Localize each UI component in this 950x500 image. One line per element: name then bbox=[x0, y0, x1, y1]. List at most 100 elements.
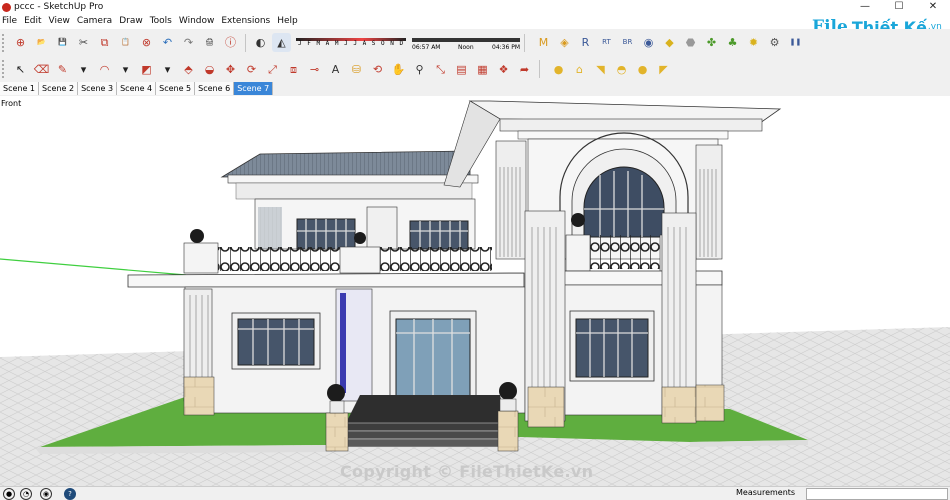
date-slider[interactable]: J F M A M J J A S O N D bbox=[296, 31, 406, 55]
paste-icon[interactable]: 📋 bbox=[116, 33, 135, 52]
maximize-button[interactable]: ☐ bbox=[882, 0, 916, 14]
ground-window-left bbox=[231, 312, 321, 370]
camera-view-label: Front bbox=[1, 99, 22, 108]
geo-location-icon[interactable]: ● bbox=[3, 488, 15, 500]
rt-icon[interactable]: RT bbox=[597, 33, 616, 52]
menu-tools[interactable]: Tools bbox=[148, 16, 177, 26]
model-viewport[interactable]: Front bbox=[0, 97, 950, 486]
blue-pillar bbox=[340, 293, 346, 393]
pause-icon[interactable]: ❚❚ bbox=[786, 33, 805, 52]
orbit-ext-icon[interactable]: ◉ bbox=[639, 33, 658, 52]
offset-icon[interactable]: ⧈ bbox=[284, 60, 303, 79]
shape-icon[interactable]: ⬣ bbox=[681, 33, 700, 52]
orbit-icon[interactable]: ⟲ bbox=[368, 60, 387, 79]
credits-icon[interactable]: ◔ bbox=[20, 488, 32, 500]
m-icon[interactable]: M bbox=[534, 33, 553, 52]
print-icon[interactable]: 🖨 bbox=[200, 33, 219, 52]
main-entrance-door bbox=[389, 310, 477, 400]
dome-icon[interactable]: ◓ bbox=[612, 60, 631, 79]
first-floor-slab bbox=[127, 272, 525, 288]
open-icon[interactable]: 📂 bbox=[32, 33, 51, 52]
rectangle-icon[interactable]: ◩ bbox=[137, 60, 156, 79]
erase-icon[interactable]: ⊗ bbox=[137, 33, 156, 52]
model-info-icon[interactable]: ⓘ bbox=[221, 33, 240, 52]
shadows-toggle-icon[interactable]: ◐ bbox=[251, 33, 270, 52]
copy-icon[interactable]: ⧉ bbox=[95, 33, 114, 52]
spot-icon[interactable]: ◥ bbox=[591, 60, 610, 79]
toolbar-grip[interactable] bbox=[2, 60, 7, 78]
menu-help[interactable]: Help bbox=[275, 16, 303, 26]
menu-edit[interactable]: Edit bbox=[22, 16, 46, 26]
tab-scene-1[interactable]: Scene 1 bbox=[0, 82, 40, 95]
time-slider[interactable]: 06:57 AM Noon 04:36 PM bbox=[412, 31, 520, 55]
menu-draw[interactable]: Draw bbox=[117, 16, 148, 26]
scale-icon[interactable]: ⤢ bbox=[263, 60, 282, 79]
dropdown-c-icon[interactable]: ▾ bbox=[158, 60, 177, 79]
menu-window[interactable]: Window bbox=[177, 16, 220, 26]
extension-warehouse-icon[interactable]: ▦ bbox=[473, 60, 492, 79]
tab-scene-3[interactable]: Scene 3 bbox=[78, 82, 118, 95]
paint-bucket-icon[interactable]: ⛁ bbox=[347, 60, 366, 79]
menu-camera[interactable]: Camera bbox=[75, 16, 117, 26]
settings-icon[interactable]: ⚙ bbox=[765, 33, 784, 52]
pan-icon[interactable]: ✋ bbox=[389, 60, 408, 79]
spot2-icon[interactable]: ◤ bbox=[654, 60, 673, 79]
toolbar-separator bbox=[245, 33, 246, 52]
close-button[interactable]: ✕ bbox=[916, 0, 950, 14]
cut-icon[interactable]: ✂ bbox=[74, 33, 93, 52]
pencil-icon[interactable]: ✎ bbox=[53, 60, 72, 79]
standard-toolbar: ⊕ 📂 💾 ✂ ⧉ 📋 ⊗ ↶ ↷ 🖨 ⓘ ◐ ◭ J F M A M J J A S O N D … bbox=[0, 29, 950, 56]
rotate-icon[interactable]: ⟳ bbox=[242, 60, 261, 79]
menu-bar: File Edit View Camera Draw Tools Window … bbox=[0, 14, 950, 28]
br-icon[interactable]: BR bbox=[618, 33, 637, 52]
title-bar: pccc - SketchUp Pro — ☐ ✕ bbox=[0, 0, 950, 14]
menu-extensions[interactable]: Extensions bbox=[219, 16, 275, 26]
tree-icon[interactable]: ♣ bbox=[723, 33, 742, 52]
toolbar-grip[interactable] bbox=[2, 33, 7, 52]
dropdown-b-icon[interactable]: ▾ bbox=[116, 60, 135, 79]
house-model-render bbox=[0, 100, 950, 486]
entrance-stairs bbox=[335, 395, 517, 448]
drawing-tools: ↖ ⌫ ✎ ▾ ◠ ▾ ◩ ▾ ⬘ ◒ ✥ ⟳ ⤢ ⧈ ⊸ A ⛁ ⟲ ✋ ⚲ ⤡ ▤ ▦ ❖ ➦ bbox=[10, 60, 535, 79]
save-icon[interactable]: 💾 bbox=[53, 33, 72, 52]
warehouse-icon[interactable]: ▤ bbox=[452, 60, 471, 79]
tag2-icon[interactable]: ◆ bbox=[660, 33, 679, 52]
user-icon[interactable]: ◉ bbox=[40, 488, 52, 500]
minimize-button[interactable]: — bbox=[848, 0, 882, 14]
bulb-icon[interactable]: ● bbox=[633, 60, 652, 79]
menu-view[interactable]: View bbox=[47, 16, 75, 26]
tape-measure-icon[interactable]: ⊸ bbox=[305, 60, 324, 79]
redo-icon[interactable]: ↷ bbox=[179, 33, 198, 52]
tab-scene-5[interactable]: Scene 5 bbox=[156, 82, 196, 95]
tab-scene-2[interactable]: Scene 2 bbox=[39, 82, 79, 95]
r-icon[interactable]: R bbox=[576, 33, 595, 52]
tab-scene-4[interactable]: Scene 4 bbox=[117, 82, 157, 95]
arc-icon[interactable]: ◠ bbox=[95, 60, 114, 79]
follow-me-icon[interactable]: ◒ bbox=[200, 60, 219, 79]
tab-scene-7[interactable]: Scene 7 bbox=[234, 82, 274, 95]
help-icon[interactable]: ? bbox=[64, 488, 76, 500]
measurements-input[interactable] bbox=[806, 488, 948, 500]
get-started-icon[interactable]: ⊕ bbox=[11, 33, 30, 52]
dropdown-a-icon[interactable]: ▾ bbox=[74, 60, 93, 79]
select-icon[interactable]: ↖ bbox=[11, 60, 30, 79]
time-start: 06:57 AM bbox=[412, 43, 441, 51]
fog-toggle-icon[interactable]: ◭ bbox=[272, 33, 291, 52]
share-icon[interactable]: ➦ bbox=[515, 60, 534, 79]
menu-file[interactable]: File bbox=[0, 16, 22, 26]
lamp-ball bbox=[190, 229, 204, 243]
zoom-extents-icon[interactable]: ⤡ bbox=[431, 60, 450, 79]
move-icon[interactable]: ✥ bbox=[221, 60, 240, 79]
zoom-icon[interactable]: ⚲ bbox=[410, 60, 429, 79]
push-pull-icon[interactable]: ⬘ bbox=[179, 60, 198, 79]
tag-icon[interactable]: ◈ bbox=[555, 33, 574, 52]
undo-icon[interactable]: ↶ bbox=[158, 33, 177, 52]
tab-scene-6[interactable]: Scene 6 bbox=[195, 82, 235, 95]
eraser-icon[interactable]: ⌫ bbox=[32, 60, 51, 79]
gear-icon[interactable]: ✹ bbox=[744, 33, 763, 52]
components-icon[interactable]: ❖ bbox=[494, 60, 513, 79]
text-icon[interactable]: A bbox=[326, 60, 345, 79]
lamp-icon[interactable]: ⌂ bbox=[570, 60, 589, 79]
sphere-icon[interactable]: ● bbox=[549, 60, 568, 79]
plant-icon[interactable]: ✤ bbox=[702, 33, 721, 52]
